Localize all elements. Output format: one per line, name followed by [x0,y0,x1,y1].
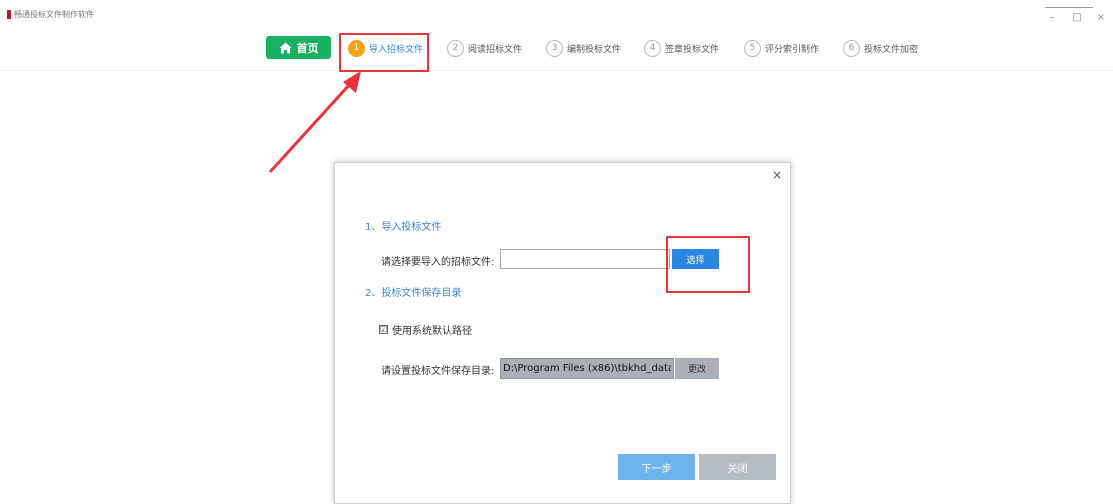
section-save-dir-title: 2、投标文件保存目录 [365,288,462,299]
select-highlight-box [666,236,750,293]
section-import-title: 1、导入投标文件 [365,222,442,233]
next-step-button[interactable]: 下一步 [618,454,695,480]
save-dir-input[interactable] [500,358,674,379]
checkbox-label: 使用系统默认路径 [392,326,472,337]
checkbox-checked-icon[interactable]: ☑ [379,325,388,334]
import-dialog: × 1、导入投标文件 请选择要导入的招标文件: 选择 2、投标文件保存目录 ☑ … [334,162,791,504]
dialog-close-icon[interactable]: × [772,168,782,182]
arrow-to-step [268,71,361,174]
file-path-input[interactable] [500,249,670,269]
change-dir-button[interactable]: 更改 [675,358,719,379]
file-select-label: 请选择要导入的招标文件: [381,257,495,268]
save-dir-label: 请设置投标文件保存目录: [381,366,495,377]
default-path-checkbox[interactable]: ☑ 使用系统默认路径 [379,322,472,337]
dialog-close-button[interactable]: 关闭 [699,454,776,480]
